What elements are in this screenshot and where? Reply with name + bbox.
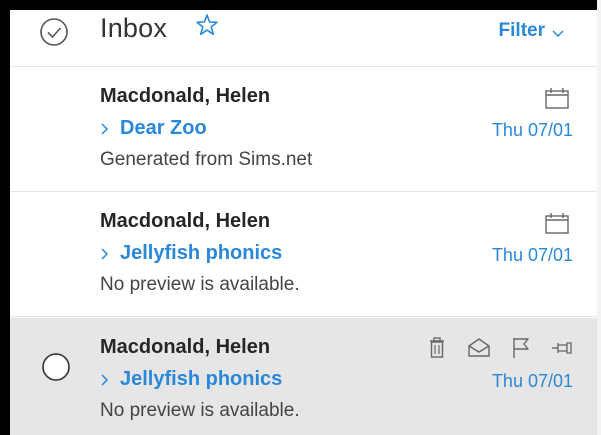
message-date: Thu 07/01 bbox=[491, 245, 573, 265]
pin-icon[interactable] bbox=[549, 334, 577, 362]
message-quick-actions bbox=[423, 334, 577, 362]
message-preview: No preview is available. bbox=[100, 274, 300, 295]
flag-icon[interactable] bbox=[507, 334, 535, 362]
filter-label: Filter bbox=[498, 20, 545, 41]
message-preview: No preview is available. bbox=[100, 400, 300, 421]
message-subject-line: Jellyfish phonics bbox=[100, 242, 282, 265]
message-row[interactable]: Macdonald, Helen Jellyfish phonics No pr… bbox=[10, 192, 597, 317]
message-subject: Jellyfish phonics bbox=[120, 242, 283, 264]
message-row[interactable]: Macdonald, Helen Dear Zoo Generated from… bbox=[10, 67, 597, 192]
chevron-right-icon[interactable] bbox=[100, 373, 110, 387]
window-frame-top bbox=[0, 0, 601, 10]
folder-title: Inbox bbox=[100, 13, 168, 43]
message-subject: Dear Zoo bbox=[120, 117, 207, 139]
select-message-radio-icon[interactable] bbox=[39, 350, 73, 384]
message-list-header: Inbox Filter bbox=[10, 10, 597, 67]
calendar-icon bbox=[543, 87, 571, 111]
message-date: Thu 07/01 bbox=[491, 120, 573, 140]
message-preview: Generated from Sims.net bbox=[100, 149, 313, 170]
filter-button[interactable]: Filter bbox=[499, 20, 565, 42]
message-sender: Macdonald, Helen bbox=[100, 336, 271, 358]
envelope-open-icon[interactable] bbox=[465, 334, 493, 362]
message-date: Thu 07/01 bbox=[491, 371, 573, 391]
trash-icon[interactable] bbox=[423, 334, 451, 362]
chevron-right-icon[interactable] bbox=[100, 122, 110, 136]
message-sender: Macdonald, Helen bbox=[100, 210, 271, 232]
select-all-check-icon[interactable] bbox=[36, 14, 72, 50]
message-subject-line: Jellyfish phonics bbox=[100, 368, 282, 391]
favorite-star-icon[interactable] bbox=[194, 12, 220, 38]
message-subject-line: Dear Zoo bbox=[100, 117, 207, 140]
scrollbar-track[interactable] bbox=[597, 0, 601, 435]
message-row-hovered[interactable]: Macdonald, Helen Jellyfish phonics No pr… bbox=[10, 318, 597, 435]
message-subject: Jellyfish phonics bbox=[120, 368, 283, 390]
window-frame-left bbox=[0, 0, 10, 435]
message-sender: Macdonald, Helen bbox=[100, 85, 271, 107]
chevron-right-icon[interactable] bbox=[100, 247, 110, 261]
calendar-icon bbox=[543, 212, 571, 236]
chevron-down-icon bbox=[551, 24, 565, 38]
